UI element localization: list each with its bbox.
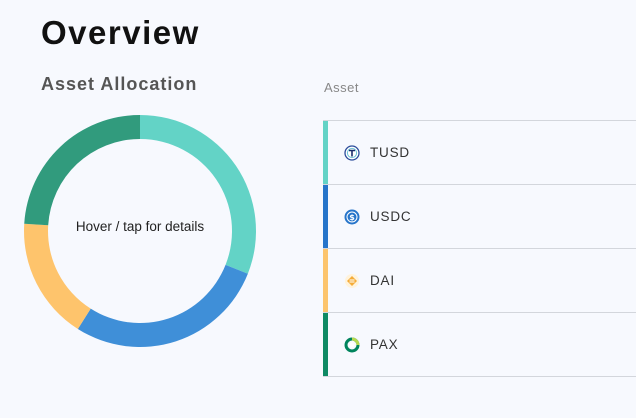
asset-color-bar [323, 185, 328, 248]
svg-text:$: $ [349, 213, 355, 222]
usdc-icon: $ [344, 209, 360, 225]
allocation-donut-chart[interactable]: Hover / tap for details [22, 113, 258, 349]
asset-color-bar [323, 313, 328, 376]
pax-icon [344, 337, 360, 353]
tusd-icon [344, 145, 360, 161]
asset-column-header: Asset [324, 80, 360, 95]
asset-symbol: USDC [370, 209, 412, 224]
asset-symbol: PAX [370, 337, 399, 352]
asset-row-usdc[interactable]: $ USDC [323, 184, 636, 248]
allocation-title: Asset Allocation [41, 74, 198, 94]
asset-color-bar [323, 121, 328, 184]
donut-slice-dai[interactable] [24, 223, 91, 329]
donut-slice-tusd[interactable] [140, 115, 256, 274]
asset-color-bar [323, 249, 328, 312]
donut-slice-pax[interactable] [24, 115, 141, 226]
donut-hint: Hover / tap for details [75, 219, 205, 234]
asset-symbol: TUSD [370, 145, 410, 160]
asset-symbol: DAI [370, 273, 395, 288]
dai-icon [344, 273, 360, 289]
asset-row-dai[interactable]: DAI [323, 248, 636, 312]
asset-list: TUSD $ USDC DAI PAX [323, 120, 636, 377]
donut-slice-usdc[interactable] [77, 264, 248, 347]
page-title: Overview [41, 14, 200, 51]
asset-row-pax[interactable]: PAX [323, 312, 636, 377]
asset-row-tusd[interactable]: TUSD [323, 120, 636, 184]
